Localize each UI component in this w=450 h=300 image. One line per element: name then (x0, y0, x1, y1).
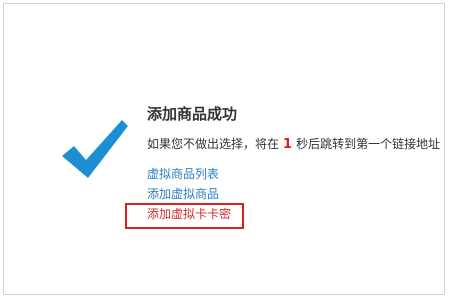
highlight-box (125, 203, 244, 229)
redirect-prefix: 如果您不做出选择，将在 (147, 137, 280, 151)
countdown-seconds: 1 (283, 137, 293, 152)
redirect-suffix: 秒后跳转到第一个链接地址 (296, 137, 441, 151)
checkmark-icon (62, 120, 128, 178)
redirect-notice: 如果您不做出选择，将在 1 秒后跳转到第一个链接地址 (147, 135, 440, 152)
virtual-goods-list-link[interactable]: 虚拟商品列表 (147, 164, 231, 184)
add-virtual-goods-link[interactable]: 添加虚拟商品 (147, 184, 231, 204)
success-title: 添加商品成功 (147, 105, 238, 123)
